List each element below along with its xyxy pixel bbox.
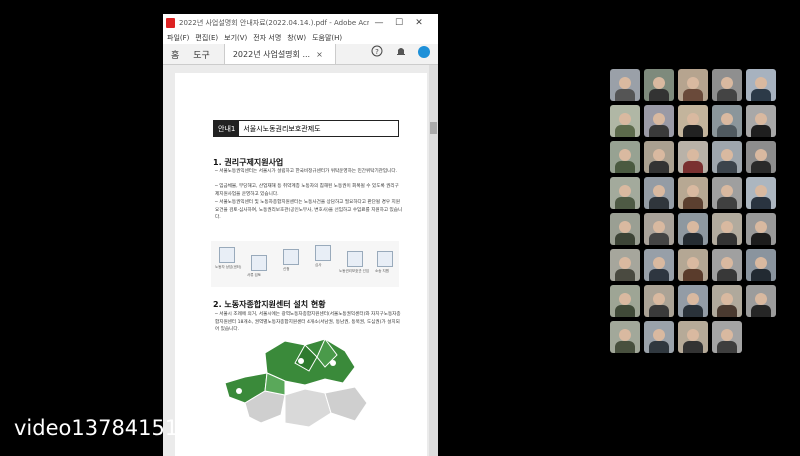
svg-text:?: ? [375, 48, 379, 56]
pdf-app-icon [166, 18, 175, 28]
section-box: 안내1 서울시노동권리보호관제도 [213, 120, 399, 137]
participant-tile[interactable] [712, 105, 742, 137]
flow-label-4: 심사 [315, 263, 322, 267]
participant-tile[interactable] [746, 285, 776, 317]
document-viewport[interactable]: 안내1 서울시노동권리보호관제도 1. 권리구제지원사업 ─ 서울노동권익센터는… [163, 65, 429, 456]
maximize-button[interactable]: ☐ [389, 18, 409, 28]
participant-tile[interactable] [644, 249, 674, 281]
flow-node-5 [347, 251, 363, 267]
participant-tile[interactable] [610, 141, 640, 173]
participant-tile[interactable] [644, 213, 674, 245]
participant-tile[interactable] [610, 213, 640, 245]
menu-help[interactable]: 도움말(H) [312, 33, 342, 43]
menu-view[interactable]: 보기(V) [224, 33, 247, 43]
participant-tile[interactable] [746, 69, 776, 101]
participant-tile[interactable] [678, 213, 708, 245]
section1-para-3: ─ 서울노동권익센터 및 노동자종합지원센터는 노동사건을 상담하고 필요하다고… [215, 200, 403, 220]
title-bar: 2022년 사업설명회 안내자료(2022.04.14.).pdf - Adob… [163, 14, 438, 32]
participant-tile[interactable] [678, 177, 708, 209]
flow-node-2 [251, 255, 267, 271]
flow-label-1: 노동자 상담(센터) [215, 265, 242, 269]
document-tab-label: 2022년 사업설명회 ... [232, 49, 311, 59]
participant-tile[interactable] [746, 105, 776, 137]
menu-file[interactable]: 파일(F) [167, 33, 189, 43]
participant-tile[interactable] [746, 249, 776, 281]
participant-tile[interactable] [610, 177, 640, 209]
flow-node-1 [219, 247, 235, 263]
participant-tile[interactable] [746, 213, 776, 245]
participant-tile[interactable] [644, 105, 674, 137]
box-tag: 안내1 [214, 121, 240, 136]
document-tab[interactable]: 2022년 사업설명회 ... × [223, 44, 336, 64]
bell-icon[interactable] [395, 45, 407, 57]
participant-tile[interactable] [712, 177, 742, 209]
section2-title: 2. 노동자종합지원센터 설치 현황 [213, 300, 326, 309]
seoul-district-map [205, 333, 385, 443]
tab-close-icon[interactable]: × [316, 50, 323, 59]
menu-edit[interactable]: 편집(E) [195, 33, 218, 43]
section1-title: 1. 권리구제지원사업 [213, 158, 284, 167]
help-icon[interactable]: ? [371, 45, 383, 57]
vertical-scrollbar[interactable] [429, 65, 438, 456]
tools-tab[interactable]: 도구 [193, 48, 210, 61]
section1-para-2: ─ 임금체불, 부당해고, 산업재해 등 취약계층 노동자의 침해된 노동권이 … [215, 184, 399, 197]
flow-label-5: 노동권리보호관 선임 [339, 269, 370, 273]
home-tab[interactable]: 홈 [171, 48, 179, 61]
menu-bar: 파일(F) 편집(E) 보기(V) 전자 서명 창(W) 도움말(H) [163, 32, 438, 44]
section2-para-1: ─ 서울시 조례에 의거, 서울시에는 광역노동자종합지원센터(서울노동권익센터… [215, 312, 401, 332]
participant-gallery [604, 65, 800, 355]
participant-tile[interactable] [610, 249, 640, 281]
flow-node-4 [315, 245, 331, 261]
minimize-button[interactable]: — [369, 18, 389, 28]
participant-tile[interactable] [644, 321, 674, 353]
participant-tile[interactable] [678, 249, 708, 281]
participant-tile[interactable] [712, 321, 742, 353]
flow-label-2: 서류 검토 [247, 273, 261, 277]
participant-tile[interactable] [678, 321, 708, 353]
participant-tile[interactable] [678, 105, 708, 137]
pdf-viewer-window: 2022년 사업설명회 안내자료(2022.04.14.).pdf - Adob… [163, 14, 438, 456]
scrollbar-thumb[interactable] [430, 122, 437, 134]
participant-tile[interactable] [644, 141, 674, 173]
close-button[interactable]: ✕ [409, 18, 429, 28]
participant-tile[interactable] [678, 141, 708, 173]
flow-label-6: 소송 지원 [375, 269, 389, 273]
section1-para-1: ─ 서울노동권익센터는 서울시가 설립하고 한국비정규센터가 위탁운영하는 민간… [215, 169, 398, 174]
participant-tile[interactable] [644, 177, 674, 209]
pdf-page: 안내1 서울시노동권리보호관제도 1. 권리구제지원사업 ─ 서울노동권익센터는… [175, 73, 427, 456]
participant-tile[interactable] [644, 285, 674, 317]
participant-tile[interactable] [644, 69, 674, 101]
participant-tile[interactable] [712, 141, 742, 173]
participant-tile[interactable] [746, 177, 776, 209]
participant-tile[interactable] [610, 105, 640, 137]
video-watermark: video1378415135 [14, 416, 205, 440]
participant-tile[interactable] [712, 213, 742, 245]
participant-tile[interactable] [712, 249, 742, 281]
process-diagram: 노동자 상담(센터) 서류 검토 신청 심사 노동권리보호관 선임 소송 지원 [211, 241, 399, 287]
profile-icon[interactable] [417, 45, 431, 59]
participant-tile[interactable] [610, 69, 640, 101]
menu-esign[interactable]: 전자 서명 [253, 33, 281, 43]
flow-node-6 [377, 251, 393, 267]
participant-tile[interactable] [712, 69, 742, 101]
participant-tile[interactable] [610, 285, 640, 317]
menu-window[interactable]: 창(W) [287, 33, 306, 43]
participant-tile[interactable] [712, 285, 742, 317]
flow-label-3: 신청 [283, 267, 290, 271]
window-title: 2022년 사업설명회 안내자료(2022.04.14.).pdf - Adob… [179, 19, 369, 27]
participant-tile[interactable] [746, 141, 776, 173]
participant-tile[interactable] [678, 69, 708, 101]
box-title: 서울시노동권리보호관제도 [243, 124, 321, 133]
participant-tile[interactable] [610, 321, 640, 353]
flow-node-3 [283, 249, 299, 265]
participant-tile[interactable] [678, 285, 708, 317]
